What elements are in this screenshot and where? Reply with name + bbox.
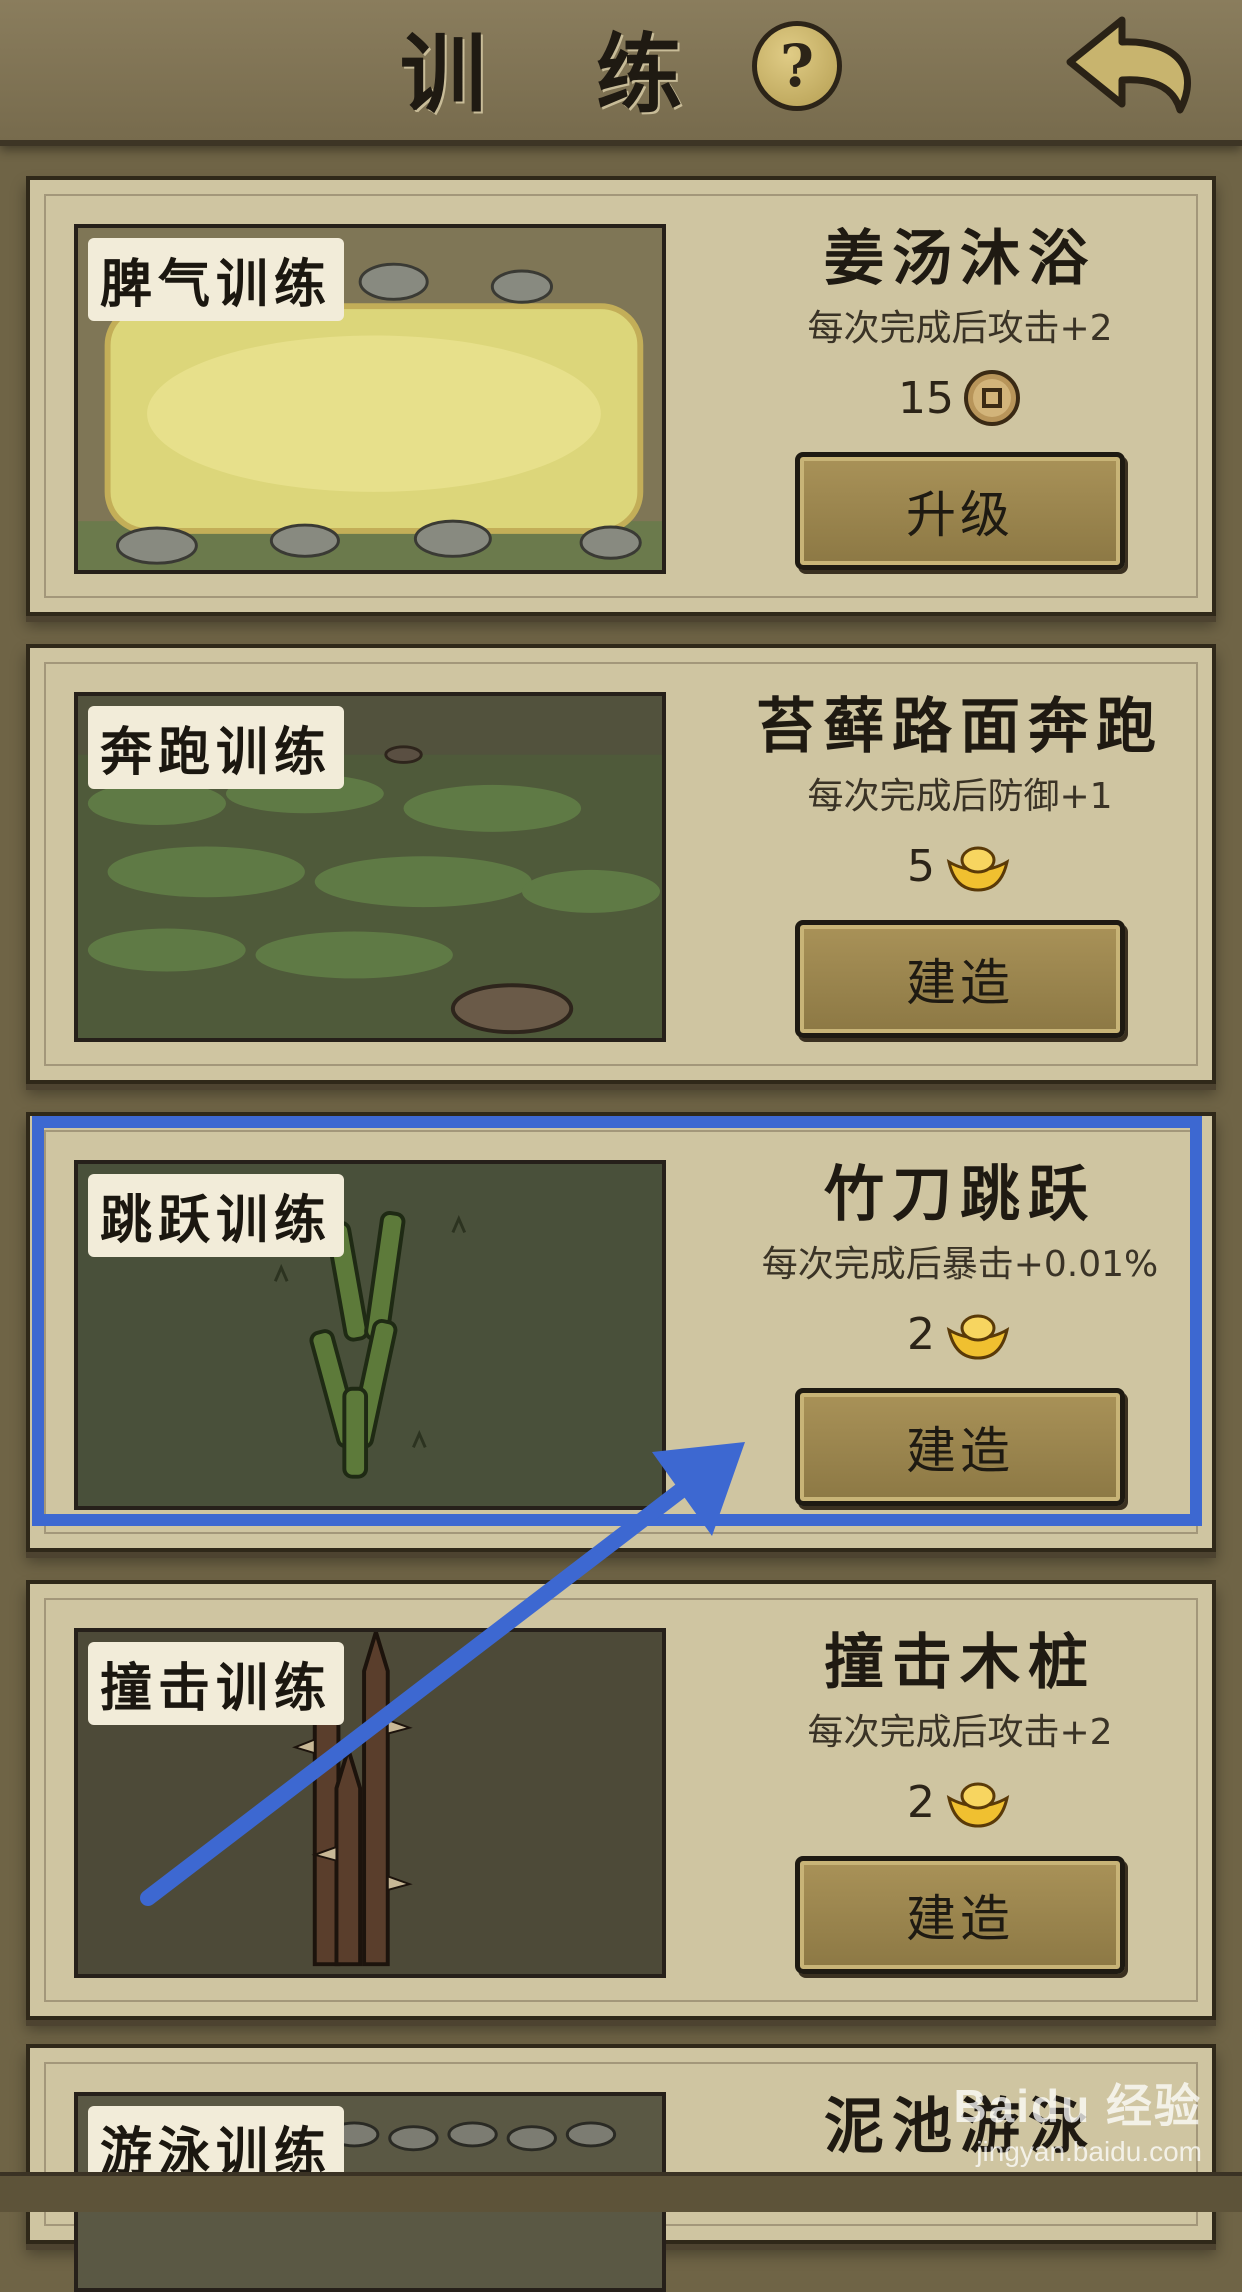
cost-amount: 2 [907,1776,935,1828]
back-arrow-icon[interactable] [1062,12,1212,122]
training-image: 脾气训练 [74,224,666,574]
card-info: 姜汤沐浴 每次完成后攻击+2 15 升级 [730,218,1190,570]
watermark-brand: Baidu 经验 [953,2080,1202,2132]
copper-coin-icon [964,370,1020,426]
image-label: 脾气训练 [88,238,345,321]
watermark: Baidu 经验 jingyan.baidu.com [953,2070,1202,2168]
training-effect: 每次完成后防御+1 [807,776,1113,817]
training-name: 苔藓路面奔跑 [756,692,1164,762]
title-group: 训 练 ? [0,0,1242,132]
help-button[interactable]: ? [751,21,842,111]
cost-row: 5 [730,830,1190,902]
page-title: 训 练 [400,23,722,125]
watermark-url: jingyan.baidu.com [976,2136,1202,2167]
cost-amount: 5 [907,840,935,892]
training-name: 撞击木桩 [824,1628,1096,1698]
highlight-box [32,1116,1202,1526]
image-label: 奔跑训练 [88,706,345,789]
gold-ingot-icon [946,1782,1010,1828]
training-effect: 每次完成后攻击+2 [807,1712,1113,1753]
training-card: 奔跑训练 苔藓路面奔跑 每次完成后防御+1 5 建造 [26,644,1216,1084]
cost-row: 2 [730,1766,1190,1838]
bottom-bar [0,2172,1242,2212]
training-image: 奔跑训练 [74,692,666,1042]
card-info: 撞击木桩 每次完成后攻击+2 2 建造 [730,1622,1190,1974]
gold-ingot-icon [946,846,1010,892]
header-bar: 训 练 ? [0,0,1242,146]
cost-row: 15 [730,362,1190,434]
training-card: 撞击训练 撞击木桩 每次完成后攻击+2 2 建造 [26,1580,1216,2020]
training-image: 撞击训练 [74,1628,666,1978]
training-card: 脾气训练 姜汤沐浴 每次完成后攻击+2 15 升级 [26,176,1216,616]
card-info: 苔藓路面奔跑 每次完成后防御+1 5 建造 [730,686,1190,1038]
upgrade-button[interactable]: 升级 [795,452,1125,570]
training-name: 姜汤沐浴 [824,224,1096,294]
build-button[interactable]: 建造 [795,920,1125,1038]
build-button[interactable]: 建造 [795,1856,1125,1974]
training-effect: 每次完成后攻击+2 [807,308,1113,349]
cost-amount: 15 [898,372,954,424]
image-label: 撞击训练 [88,1642,345,1725]
